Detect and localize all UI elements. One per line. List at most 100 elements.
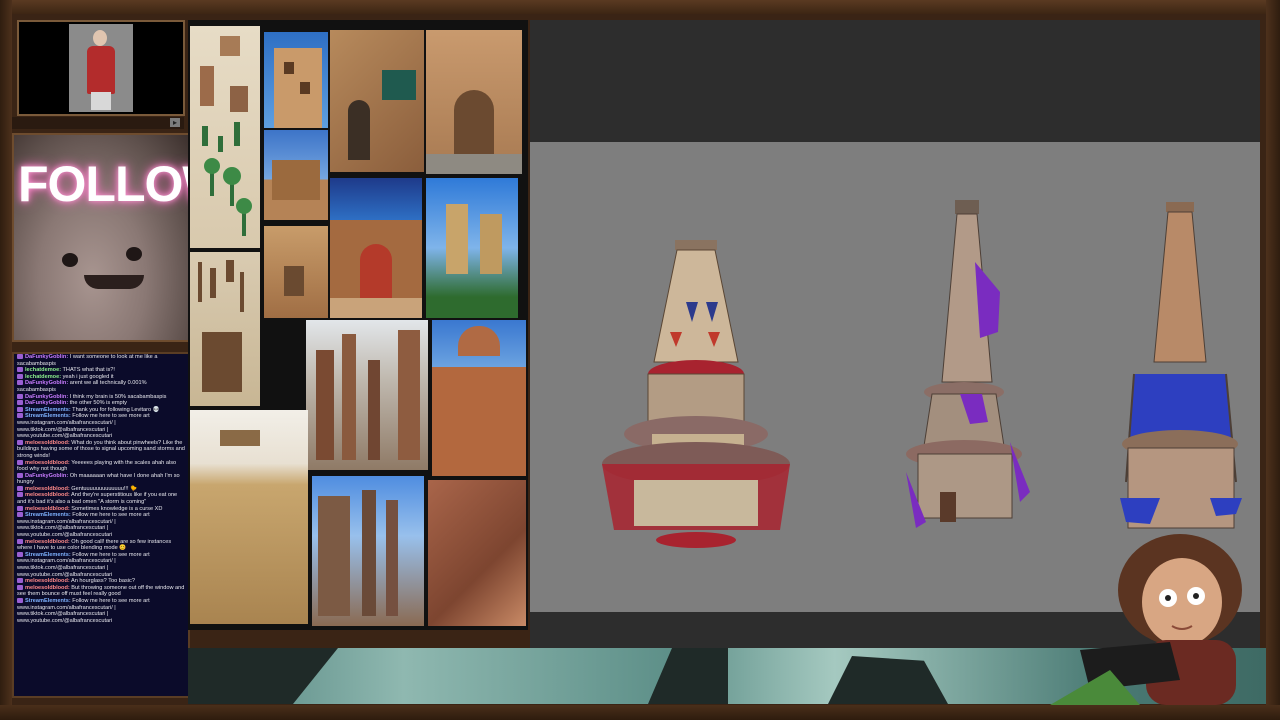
- chat-message: lechatdemoe: yeah i just googled it: [14, 374, 188, 381]
- chat-message: StreamElements: Follow me here to see mo…: [14, 413, 188, 439]
- chat-username[interactable]: StreamElements:: [25, 598, 71, 604]
- chat-username[interactable]: meloesoldblood:: [25, 492, 70, 498]
- creature-eye-left: [62, 253, 78, 267]
- chat-badge-icon: [17, 597, 23, 603]
- chat-text: Sometimes knowledge is a curse XD: [69, 505, 163, 512]
- banner-rock-right: [828, 656, 948, 704]
- chat-message: StreamElements: Follow me here to see mo…: [14, 598, 188, 624]
- chat-message: StreamElements: Thank you for following …: [14, 407, 188, 414]
- ref-twin-towers: [426, 178, 518, 318]
- chat-username[interactable]: lechatdemoe:: [25, 374, 61, 380]
- chat-badge-icon: [17, 413, 23, 419]
- expand-icon[interactable]: ▸: [170, 118, 180, 127]
- chat-username[interactable]: DaFunkyGoblin:: [25, 394, 68, 400]
- chat-username[interactable]: meloesoldblood:: [25, 486, 70, 492]
- frame-bottom: [0, 705, 1280, 720]
- figure-robe: [87, 46, 115, 94]
- tower-sketch-blue: [1120, 202, 1242, 529]
- chat-message: meloesoldblood: Gentuuuuuuuuuuuuu!!! 🐤: [14, 486, 188, 493]
- character-reference-box: [17, 20, 185, 116]
- banner-rock-left: [188, 648, 338, 704]
- chat-text: Thank you for following Levitaro 💀: [70, 406, 160, 413]
- creature-eye-right: [126, 247, 142, 261]
- chat-text: yeah i just googled it: [61, 373, 114, 380]
- chat-username[interactable]: StreamElements:: [25, 407, 71, 413]
- chat-message: meloesoldblood: What do you think about …: [14, 440, 188, 460]
- canvas-workspace-top: [530, 20, 1260, 142]
- chat-text: Gentuuuuuuuuuuuuu!!! 🐤: [69, 485, 138, 492]
- chat-badge-icon: [17, 505, 23, 511]
- chat-message: DaFunkyGoblin: I think my brain is 50% s…: [14, 394, 188, 401]
- chat-text: the other 50% is empty: [68, 400, 127, 407]
- chat-text: THATS what that is?!: [61, 367, 115, 374]
- tower-sketch-red: [602, 240, 790, 548]
- chat-message: StreamElements: Follow me here to see mo…: [14, 552, 188, 578]
- chat-badge-icon: [17, 472, 23, 478]
- chat-username[interactable]: StreamElements:: [25, 512, 71, 518]
- chat-text: I think my brain is 50% sacabambaspis: [68, 393, 167, 400]
- chat-badge-icon: [17, 367, 23, 373]
- figure-legs: [91, 92, 111, 110]
- chat-badge-icon: [17, 393, 23, 399]
- chat-username[interactable]: meloesoldblood:: [25, 460, 70, 466]
- chat-username[interactable]: DaFunkyGoblin:: [25, 380, 68, 386]
- chat-badge-icon: [17, 406, 23, 412]
- follow-alert-panel: FOLLOW: [12, 133, 190, 342]
- ref-desert-citadel: [190, 410, 308, 624]
- chat-message: DaFunkyGoblin: I want someone to look at…: [14, 354, 188, 367]
- ref-chimney-village: [312, 476, 424, 626]
- chat-username[interactable]: meloesoldblood:: [25, 440, 70, 446]
- chat-message: DaFunkyGoblin: the other 50% is empty: [14, 400, 188, 407]
- figure-head: [93, 30, 107, 46]
- chat-message: DaFunkyGoblin: Oh maaaaaan what have I d…: [14, 473, 188, 486]
- ref-painted-tower: [432, 320, 526, 476]
- chat-username[interactable]: meloesoldblood:: [25, 585, 70, 591]
- ref-artifacts-sheet: [190, 252, 260, 406]
- chat-badge-icon: [17, 459, 23, 465]
- chat-badge-icon: [17, 512, 23, 518]
- chat-badge-icon: [17, 485, 23, 491]
- creature-mouth: [84, 275, 144, 289]
- chat-badge-icon: [17, 400, 23, 406]
- ref-moroccan-gate: [330, 178, 422, 318]
- ref-ornate-gate: [426, 30, 522, 174]
- chat-message: meloesoldblood: And they're superstitiou…: [14, 492, 188, 505]
- chat-message: meloesoldblood: But throwing someone out…: [14, 585, 188, 598]
- chat-badge-icon: [17, 354, 23, 360]
- chat-badge-icon: [17, 551, 23, 557]
- chat-badge-icon: [17, 439, 23, 445]
- chat-message: lechatdemoe: THATS what that is?!: [14, 367, 188, 374]
- chat-username[interactable]: meloesoldblood:: [25, 539, 70, 545]
- chat-panel[interactable]: DaFunkyGoblin: I want someone to look at…: [12, 352, 190, 698]
- chat-username[interactable]: StreamElements:: [25, 413, 71, 419]
- chat-message: meloesoldblood: Oh good call! there are …: [14, 539, 188, 552]
- chat-message: StreamElements: Follow me here to see mo…: [14, 512, 188, 538]
- reference-collage: [188, 20, 528, 630]
- chat-message: meloesoldblood: An hourglass? Too basic?: [14, 578, 188, 585]
- chat-username[interactable]: DaFunkyGoblin:: [25, 400, 68, 406]
- follow-text: FOLLOW: [18, 156, 188, 212]
- ref-kasbah-palms: [264, 130, 328, 220]
- chat-username[interactable]: StreamElements:: [25, 552, 71, 558]
- ref-chimney-ruins: [306, 320, 428, 470]
- ref-balcony-facade: [330, 30, 424, 172]
- frame-top: [0, 0, 1280, 14]
- chat-badge-icon: [17, 373, 23, 379]
- chat-message: DaFunkyGoblin: arent we all technically …: [14, 380, 188, 393]
- frame-left: [0, 0, 12, 720]
- chat-badge-icon: [17, 578, 23, 584]
- chat-message: meloesoldblood: Yeeeees playing with the…: [14, 460, 188, 473]
- chat-username[interactable]: DaFunkyGoblin:: [25, 473, 68, 479]
- ref-cliff-dwellings: [428, 480, 526, 626]
- streamer-avatar: [1050, 530, 1265, 705]
- chat-username[interactable]: meloesoldblood:: [25, 578, 70, 584]
- chat-badge-icon: [17, 492, 23, 498]
- chat-text: An hourglass? Too basic?: [69, 578, 135, 585]
- ref-tall-building: [264, 32, 328, 128]
- frame-right: [1266, 0, 1280, 720]
- chat-username[interactable]: meloesoldblood:: [25, 506, 70, 512]
- chat-username[interactable]: DaFunkyGoblin:: [25, 354, 68, 360]
- chat-username[interactable]: lechatdemoe:: [25, 367, 61, 373]
- tower-sketch-purple: [906, 200, 1030, 528]
- ref-village-street: [264, 226, 328, 318]
